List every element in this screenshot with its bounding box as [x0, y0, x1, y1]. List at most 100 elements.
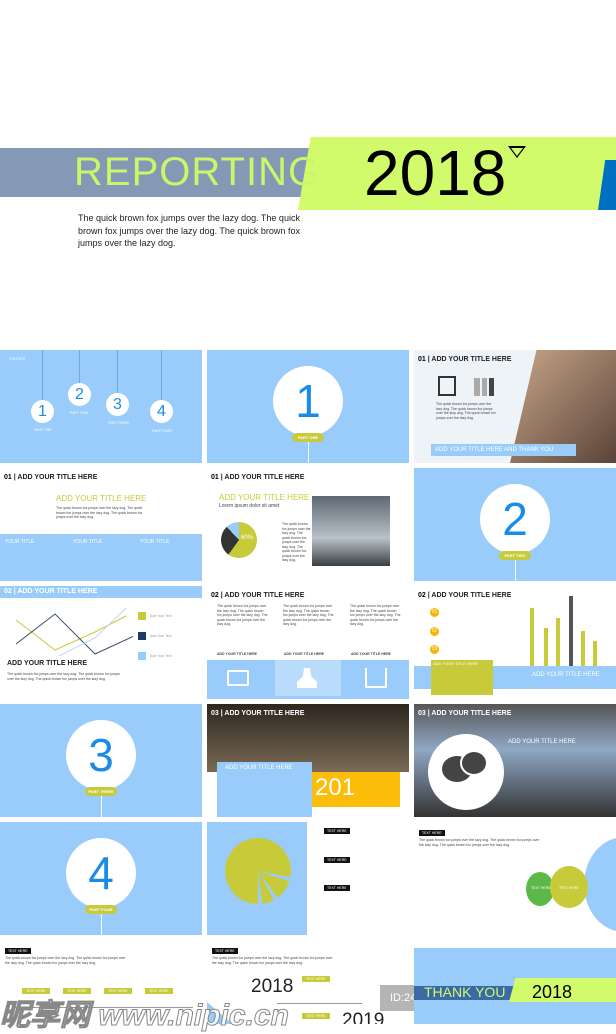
tag: TEXT HERE — [324, 857, 350, 863]
city-photo — [312, 496, 390, 566]
pie-chart — [225, 838, 291, 904]
download-icon — [365, 668, 387, 688]
column-title: ADD YOUR TITLE HERE — [284, 652, 324, 656]
part-number: 3 — [66, 720, 136, 790]
slide-contents[interactable]: CONTENT 1 2 3 4 PART ONE PART TOW PART T… — [0, 350, 202, 463]
body-text: The quick brown fox jumps over the lazy … — [419, 838, 540, 847]
slide-heading: 02 | ADD YOUR TITLE HERE — [211, 592, 305, 599]
circle-label: TEXT HERE — [531, 886, 551, 890]
subtitle: ADD YOUR TITLE HERE — [219, 493, 310, 502]
bar — [530, 608, 534, 666]
lorem: Lorem ipsum dolor sit amet — [219, 503, 280, 509]
tag: TEXT HERE — [302, 1013, 330, 1019]
chat-icon — [428, 734, 504, 810]
banner: ADD YOUR TITLE HERE — [532, 672, 600, 678]
body-text: The quick brown fox jumps over the lazy … — [212, 956, 333, 965]
section-number: 01 — [211, 474, 219, 481]
year-number: 201 — [315, 774, 356, 801]
legend-item: Add Your Text — [150, 614, 172, 618]
cover-intro: The quick brown fox jumps over the lazy … — [78, 213, 300, 248]
legend-item: Add Your Text — [150, 634, 172, 638]
tag: TEXT HERE — [419, 830, 445, 836]
slide-title: ADD YOUR TITLE HERE — [431, 710, 512, 717]
contents-num: 4 — [150, 400, 173, 423]
part-label: PART FOUR — [85, 905, 117, 914]
slide-3[interactable]: 01 | ADD YOUR TITLE HERE The quick brown… — [414, 350, 616, 463]
tag: TEXT HERE — [324, 828, 350, 834]
slide-part-three[interactable]: 3 PART THREE — [0, 704, 202, 817]
slide-heading: 02 | ADD YOUR TITLE HERE — [4, 588, 98, 595]
circle-label: TEXT HERE — [559, 886, 579, 890]
legend-swatch — [138, 612, 146, 620]
contents-num: 3 — [106, 393, 129, 416]
balloon-stem — [101, 796, 102, 817]
divider — [277, 1003, 362, 1004]
cover-title: REPORTING — [74, 150, 321, 194]
slide-part-two[interactable]: 2 PART TWO — [414, 468, 616, 581]
hanging-string — [42, 350, 43, 400]
slide-title: ADD YOUR TITLE HERE — [431, 592, 512, 599]
contents-label: CONTENT — [9, 357, 26, 361]
slide-title: ADD YOUR TITLE HERE — [224, 710, 305, 717]
legend-swatch — [138, 652, 146, 660]
slide-heading: 01 | ADD YOUR TITLE HERE — [211, 474, 305, 481]
bar — [569, 596, 573, 666]
hanging-string — [117, 350, 118, 395]
section-number: 03 — [211, 710, 219, 717]
bag-icon — [227, 670, 249, 686]
item-title: YOUR TITLE — [5, 539, 35, 545]
bar-chart-icon — [474, 378, 494, 396]
item-title: YOUR TITLE — [140, 539, 170, 545]
subtitle: ADD YOUR TITLE HERE — [7, 660, 87, 667]
section-number: 02 — [211, 592, 219, 599]
line-chart — [15, 607, 133, 656]
item-title: YOUR TITLE — [73, 539, 103, 545]
slide-11[interactable]: 03 | ADD YOUR TITLE HERE ADD YOUR TITLE … — [207, 704, 409, 817]
body-text: The quick brown fox jumps over the lazy … — [5, 956, 126, 965]
legend-item: Add Your Text — [150, 654, 172, 658]
slide-heading: 01 | ADD YOUR TITLE HERE — [418, 356, 512, 363]
slide-18[interactable]: THANK YOU 2018 — [414, 948, 616, 1024]
column-title: ADD YOUR TITLE HERE — [217, 652, 257, 656]
slide-7[interactable]: 02 | ADD YOUR TITLE HERE Add Your Text A… — [0, 586, 202, 699]
slide-heading: 01 | ADD YOUR TITLE HERE — [4, 474, 98, 481]
step-badge: 01 — [430, 608, 439, 617]
slide-14[interactable]: TEXT HERE TEXT HERE TEXT HERE — [207, 822, 409, 935]
slide-5[interactable]: 01 | ADD YOUR TITLE HERE ADD YOUR TITLE … — [207, 468, 409, 581]
slide-9[interactable]: 02 | ADD YOUR TITLE HERE 01 02 03 ADD YO… — [414, 586, 616, 699]
banner: ADD YOUR TITLE HERE AND THANK YOU — [431, 444, 576, 456]
slide-title: ADD YOUR TITLE HERE — [224, 474, 305, 481]
body-text: The quick brown fox jumps over the lazy … — [436, 402, 496, 420]
part-label: PART ONE — [292, 433, 324, 442]
slide-part-four[interactable]: 4 PART FOUR — [0, 822, 202, 935]
cover-year: 2018 — [364, 137, 507, 209]
pie-label: 60% — [241, 535, 254, 541]
slide-12[interactable]: 03 | ADD YOUR TITLE HERE ADD YOUR TITLE … — [414, 704, 616, 817]
slide-heading: 02 | ADD YOUR TITLE HERE — [418, 592, 512, 599]
slide-15[interactable]: TEXT HERE The quick brown fox jumps over… — [414, 822, 616, 935]
bar — [581, 631, 585, 666]
part-number: 4 — [66, 838, 136, 908]
bar — [544, 628, 548, 666]
list-icon — [438, 376, 456, 396]
slide-title: ADD YOUR TITLE HERE — [431, 356, 512, 363]
slide-4[interactable]: 01 | ADD YOUR TITLE HERE ADD YOUR TITLE … — [0, 468, 202, 581]
balloon-stem — [101, 914, 102, 935]
part-label: PART THREE — [85, 787, 117, 796]
box-title: ADD YOUR TITLE HERE — [433, 661, 479, 666]
blue-circle — [584, 837, 616, 932]
tag: TEXT HERE — [212, 948, 238, 954]
slide-part-one[interactable]: 1 PART ONE — [207, 350, 409, 463]
body-text: The quick brown fox jumps over the lazy … — [7, 672, 120, 681]
contents-num: 1 — [31, 400, 54, 423]
slide-title: ADD YOUR TITLE HERE — [224, 592, 305, 599]
thank-you: THANK YOU — [424, 984, 506, 1000]
contents-part: PART TOW — [70, 411, 88, 415]
part-label: PART TWO — [499, 551, 531, 560]
part-number: 1 — [273, 366, 343, 436]
bar — [593, 641, 597, 666]
column-title: ADD YOUR TITLE HERE — [351, 652, 391, 656]
slide-8[interactable]: 02 | ADD YOUR TITLE HERE The quick brown… — [207, 586, 409, 699]
closing-year: 2018 — [532, 982, 573, 1002]
body-text: The quick brown fox jumps over the lazy … — [282, 522, 311, 562]
